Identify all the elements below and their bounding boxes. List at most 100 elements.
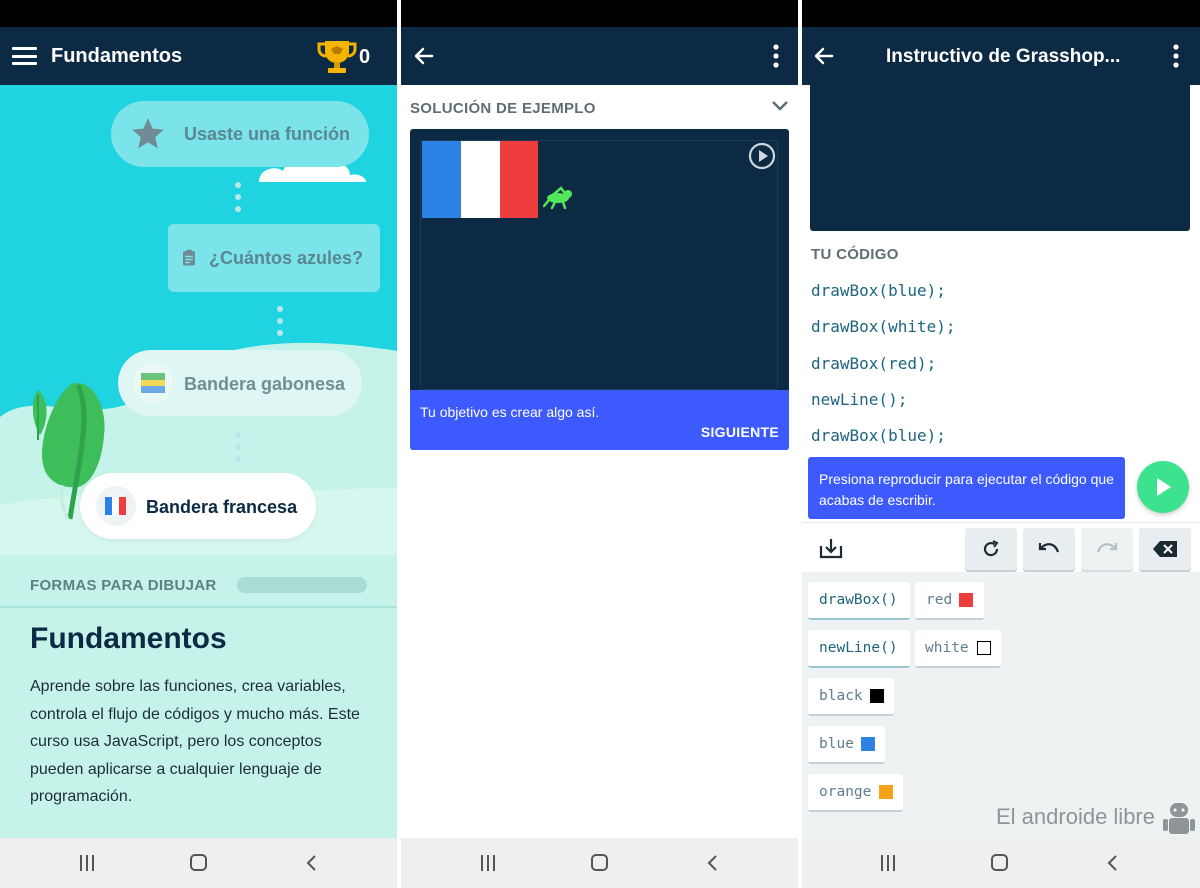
recent-apps-icon[interactable] xyxy=(80,855,96,871)
lesson-label: Bandera gabonesa xyxy=(184,374,346,394)
next-section-label: FORMAS PARA DIBUJAR xyxy=(30,577,217,594)
gabon-flag-icon xyxy=(133,363,173,403)
undo-button[interactable] xyxy=(1023,528,1075,570)
section-label: SOLUCIÓN DE EJEMPLO xyxy=(410,100,596,117)
undo-icon xyxy=(1038,543,1060,553)
nav-back-icon[interactable] xyxy=(305,855,317,871)
code-section-label: TU CÓDIGO xyxy=(811,246,899,263)
course-map-screen: Fundamentos 0 Usaste una función ¿Cuánto… xyxy=(0,0,397,888)
drawbox-key[interactable]: drawBox() xyxy=(808,582,910,620)
black-key[interactable]: black xyxy=(808,678,894,716)
code-line[interactable]: drawBox(white); xyxy=(811,317,956,336)
page-title: Fundamentos xyxy=(51,45,183,67)
app-bar: Instructivo de Grasshop... xyxy=(802,27,1200,85)
orange-key[interactable]: orange xyxy=(808,774,903,812)
flag-box-red xyxy=(500,141,538,218)
status-bar xyxy=(802,0,1200,27)
output-canvas xyxy=(810,85,1190,231)
course-sheet: FORMAS PARA DIBUJAR Fundamentos Aprende … xyxy=(0,555,397,838)
chevron-down-icon[interactable] xyxy=(771,99,789,113)
arrow-left-icon[interactable] xyxy=(812,44,836,68)
course-title: Fundamentos xyxy=(30,622,227,655)
key-palette: drawBox() red newLine() white black blue… xyxy=(802,572,1200,838)
run-button[interactable] xyxy=(1137,461,1189,513)
lesson-label: Bandera francesa xyxy=(146,497,298,517)
key-label: newLine() xyxy=(819,640,898,656)
key-label: blue xyxy=(819,736,854,752)
code-editor-screen: Instructivo de Grasshop... TU CÓDIGO dra… xyxy=(802,0,1200,888)
blue-swatch xyxy=(861,737,875,751)
code-line[interactable]: drawBox(blue); xyxy=(811,281,946,300)
red-swatch xyxy=(959,593,973,607)
system-nav-bar xyxy=(802,838,1200,888)
recent-apps-icon[interactable] xyxy=(881,855,897,871)
flag-box-white xyxy=(461,141,500,218)
lesson-item-current[interactable]: Bandera francesa xyxy=(80,473,316,539)
redo-button[interactable] xyxy=(1081,528,1133,570)
status-bar xyxy=(401,0,798,27)
next-button[interactable]: SIGUIENTE xyxy=(701,424,779,440)
refresh-icon xyxy=(983,540,999,557)
panel-divider xyxy=(798,0,802,888)
nav-back-icon[interactable] xyxy=(706,855,718,871)
more-vertical-icon[interactable] xyxy=(1164,43,1188,69)
home-icon[interactable] xyxy=(991,854,1008,871)
lesson-item-3[interactable]: Bandera gabonesa xyxy=(118,350,362,416)
code-line[interactable]: newLine(); xyxy=(811,390,907,409)
android-mascot-icon xyxy=(1163,803,1195,834)
more-vertical-icon[interactable] xyxy=(764,43,788,69)
grasshopper-icon xyxy=(542,186,572,210)
nav-back-icon[interactable] xyxy=(1106,855,1118,871)
france-flag-icon xyxy=(96,486,136,526)
home-icon[interactable] xyxy=(190,854,207,871)
lesson-item-1[interactable]: Usaste una función xyxy=(111,101,369,167)
lesson-label: ¿Cuántos azules? xyxy=(209,248,364,268)
backspace-button[interactable] xyxy=(1139,528,1191,570)
black-swatch xyxy=(870,689,884,703)
home-icon[interactable] xyxy=(591,854,608,871)
play-circle-icon[interactable] xyxy=(748,142,776,170)
system-nav-bar xyxy=(0,838,397,888)
menu-icon[interactable] xyxy=(12,47,37,65)
key-label: orange xyxy=(819,784,872,800)
download-icon[interactable] xyxy=(818,536,844,560)
course-description: Aprende sobre las funciones, crea variab… xyxy=(30,678,360,805)
redo-icon xyxy=(1096,543,1118,553)
arrow-left-icon[interactable] xyxy=(412,44,436,68)
watermark-text: El androide libre xyxy=(996,804,1155,829)
newline-key[interactable]: newLine() xyxy=(808,630,910,668)
example-solution-screen: SOLUCIÓN DE EJEMPLO Tu objetivo es crear… xyxy=(401,0,798,888)
play-icon xyxy=(1157,478,1171,496)
backspace-icon xyxy=(1153,541,1177,557)
key-label: white xyxy=(925,640,969,656)
red-key[interactable]: red xyxy=(915,582,984,620)
white-swatch xyxy=(977,641,991,655)
recent-apps-icon[interactable] xyxy=(481,855,497,871)
key-label: red xyxy=(926,592,953,608)
status-bar xyxy=(0,0,397,27)
goal-tooltip: Tu objetivo es crear algo así. SIGUIENTE xyxy=(410,390,789,450)
lesson-item-2[interactable]: ¿Cuántos azules? xyxy=(168,224,380,292)
trophy-icon[interactable] xyxy=(317,37,357,75)
lesson-label: Usaste una función xyxy=(184,124,351,144)
white-key[interactable]: white xyxy=(915,630,1001,668)
blue-key[interactable]: blue xyxy=(808,726,885,764)
flag-box-blue xyxy=(422,141,461,218)
page-title: Instructivo de Grasshop... xyxy=(886,46,1121,67)
key-label: drawBox() xyxy=(819,592,898,608)
example-canvas: Tu objetivo es crear algo así. SIGUIENTE xyxy=(410,129,789,450)
orange-swatch xyxy=(879,785,893,799)
divider xyxy=(0,606,397,608)
code-line[interactable]: drawBox(blue); xyxy=(811,426,946,445)
app-bar: Fundamentos 0 xyxy=(0,27,397,85)
lesson-map: Usaste una función ¿Cuántos azules? Band… xyxy=(0,85,397,555)
code-line[interactable]: drawBox(red); xyxy=(811,354,936,373)
code-toolbar xyxy=(802,522,1200,572)
panel-divider xyxy=(397,0,401,888)
key-label: black xyxy=(819,688,863,704)
hint-text: Presiona reproducir para ejecutar el cód… xyxy=(819,471,1114,508)
hint-tooltip: Presiona reproducir para ejecutar el cód… xyxy=(808,457,1125,519)
clipboard-icon xyxy=(183,249,195,266)
star-icon xyxy=(132,118,164,149)
refresh-button[interactable] xyxy=(965,528,1017,570)
